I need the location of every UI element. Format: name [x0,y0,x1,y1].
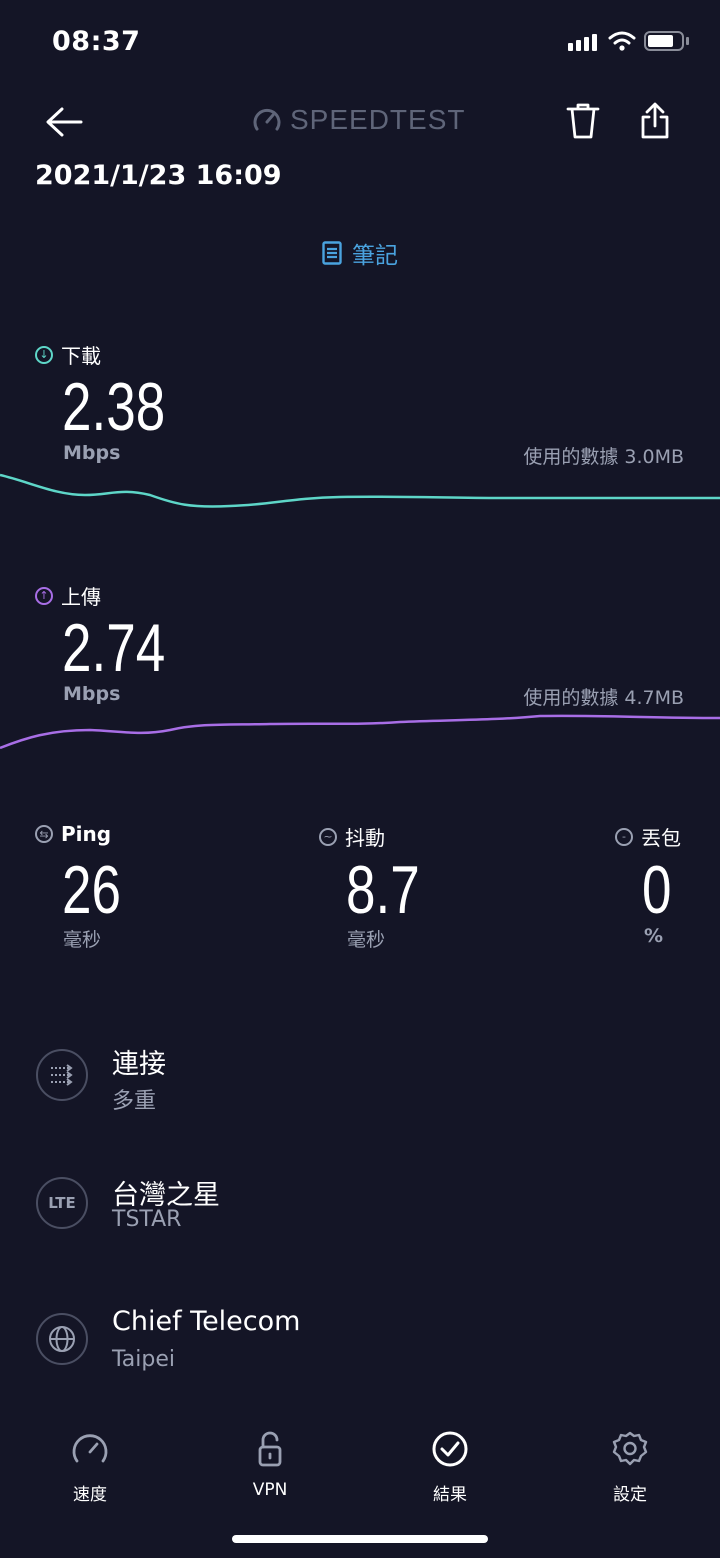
upload-speed-graph [0,714,720,750]
speedtest-logo: SPEEDTEST [252,104,465,136]
tab-speed[interactable]: 速度 [30,1430,150,1505]
tab-vpn-label: VPN [252,1480,288,1500]
trash-icon[interactable] [566,102,600,140]
ping-icon: ⇆ [35,825,53,843]
upload-arrow-icon: ↑ [35,586,53,605]
tab-results[interactable]: 結果 [390,1430,510,1505]
battery-tip [686,37,689,45]
ping-value: 26 [62,852,121,928]
packet-loss-label: 丟包 [641,826,681,850]
upload-label: 上傳 [61,585,101,609]
notes-icon [322,241,342,265]
lte-icon-text: LTE [48,1194,76,1212]
tab-vpn[interactable]: VPN [210,1430,330,1500]
connections-icon [36,1049,88,1101]
speedometer-icon [72,1434,108,1463]
connections-title: 連接 [112,1049,166,1080]
wifi-icon [608,31,636,51]
download-arrow-icon: ↓ [35,345,53,364]
download-speed-graph [0,473,720,508]
result-datetime: 2021/1/23 16:09 [35,160,282,191]
packet-loss-icon: - [615,827,633,846]
logo-text: SPEEDTEST [290,104,466,135]
check-circle-icon [432,1431,468,1467]
jitter-icon: ~ [319,827,337,846]
notes-label: 筆記 [352,243,398,269]
tab-results-label: 結果 [433,1485,467,1505]
ping-label: Ping [61,822,112,846]
download-label: 下載 [61,344,101,368]
gear-icon [612,1431,648,1466]
jitter-value: 8.7 [346,852,420,928]
jitter-unit: 毫秒 [347,929,386,951]
ping-unit: 毫秒 [63,929,102,951]
battery-icon [644,31,684,51]
ping-header: ⇆ Ping [35,822,111,846]
status-time: 08:37 [52,26,141,57]
packet-loss-value: 0 [642,852,672,928]
lock-icon [258,1431,282,1467]
upload-speed-value: 2.74 [62,610,166,686]
packet-loss-header: - 丟包 [615,822,681,851]
share-icon[interactable] [640,102,670,140]
download-header: ↓ 下載 [35,340,101,369]
notes-button[interactable]: 筆記 [0,236,720,270]
packet-loss-unit: % [644,925,664,947]
speedtest-gauge-icon [253,108,281,131]
globe-icon [36,1313,88,1365]
home-indicator[interactable] [232,1535,488,1543]
lte-icon: LTE [36,1177,88,1229]
back-arrow-icon[interactable] [44,104,84,140]
server-title: Chief Telecom [112,1306,301,1337]
jitter-label: 抖動 [345,826,385,850]
tab-speed-label: 速度 [73,1485,107,1505]
connections-subtitle: 多重 [112,1089,157,1114]
tab-settings-label: 設定 [613,1485,647,1505]
cellular-signal-icon [568,34,597,51]
download-speed-value: 2.38 [62,369,166,445]
upload-header: ↑ 上傳 [35,581,101,610]
server-subtitle: Taipei [112,1347,176,1372]
jitter-header: ~ 抖動 [319,822,385,851]
carrier-subtitle: TSTAR [112,1207,182,1232]
tab-settings[interactable]: 設定 [570,1430,690,1505]
